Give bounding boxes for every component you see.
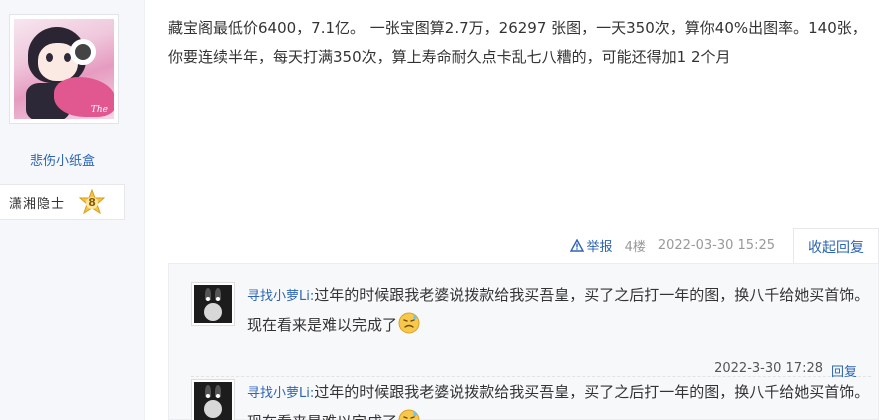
anime-avatar-image: The <box>14 19 114 119</box>
reply-text: 寻找小萝Li:过年的时候跟我老婆说拨款给我买吾皇，买了之后打一年的图，换八千给她… <box>247 378 877 420</box>
report-label: 举报 <box>586 240 613 255</box>
author-username[interactable]: 悲伤小纸盒 <box>0 150 125 169</box>
warning-icon <box>569 239 584 252</box>
reply-content: 过年的时候跟我老婆说拨款给我买吾皇，买了之后打一年的图，换八千给她买首饰。现在看… <box>247 383 870 420</box>
avatar-caption: The <box>90 105 108 115</box>
totoro-avatar-image <box>194 285 232 323</box>
rank-level-number: 8 <box>88 195 96 209</box>
reply-username[interactable]: 寻找小萝Li: <box>247 289 314 304</box>
reply-avatar[interactable] <box>191 379 235 420</box>
report-link[interactable]: 举报 <box>569 236 613 255</box>
reply-avatar[interactable] <box>191 282 235 326</box>
reply-text: 寻找小萝Li:过年的时候跟我老婆说拨款给我买吾皇，买了之后打一年的图，换八千给她… <box>247 281 877 340</box>
author-rank[interactable]: 潇湘隐士 8 <box>0 184 125 220</box>
rank-level-badge: 8 <box>79 189 106 215</box>
reply-list: 寻找小萝Li:过年的时候跟我老婆说拨款给我买吾皇，买了之后打一年的图，换八千给她… <box>168 263 879 420</box>
reply-content: 过年的时候跟我老婆说拨款给我买吾皇，买了之后打一年的图，换八千给她买首饰。现在看… <box>247 286 870 334</box>
sweat-smile-emoji-icon <box>398 312 420 334</box>
post-meta: 举报 4楼 2022-03-30 15:25 <box>569 236 775 255</box>
post-content: 藏宝阁最低价6400，7.1亿。 一张宝图算2.7万，26297 张图，一天35… <box>168 19 867 66</box>
collapse-replies-button[interactable]: 收起回复 <box>793 228 879 264</box>
post-timestamp: 2022-03-30 15:25 <box>657 238 775 253</box>
author-sidebar: The 悲伤小纸盒 潇湘隐士 8 <box>0 0 145 420</box>
reply-username[interactable]: 寻找小萝Li: <box>247 386 314 401</box>
totoro-avatar-image <box>194 382 232 420</box>
sweat-smile-emoji-icon <box>398 409 420 420</box>
rank-title: 潇湘隐士 <box>9 196 66 212</box>
reply-item: 寻找小萝Li:过年的时候跟我老婆说拨款给我买吾皇，买了之后打一年的图，换八千给她… <box>191 281 871 380</box>
author-avatar[interactable]: The <box>9 14 119 124</box>
floor-number: 4楼 <box>624 240 646 255</box>
